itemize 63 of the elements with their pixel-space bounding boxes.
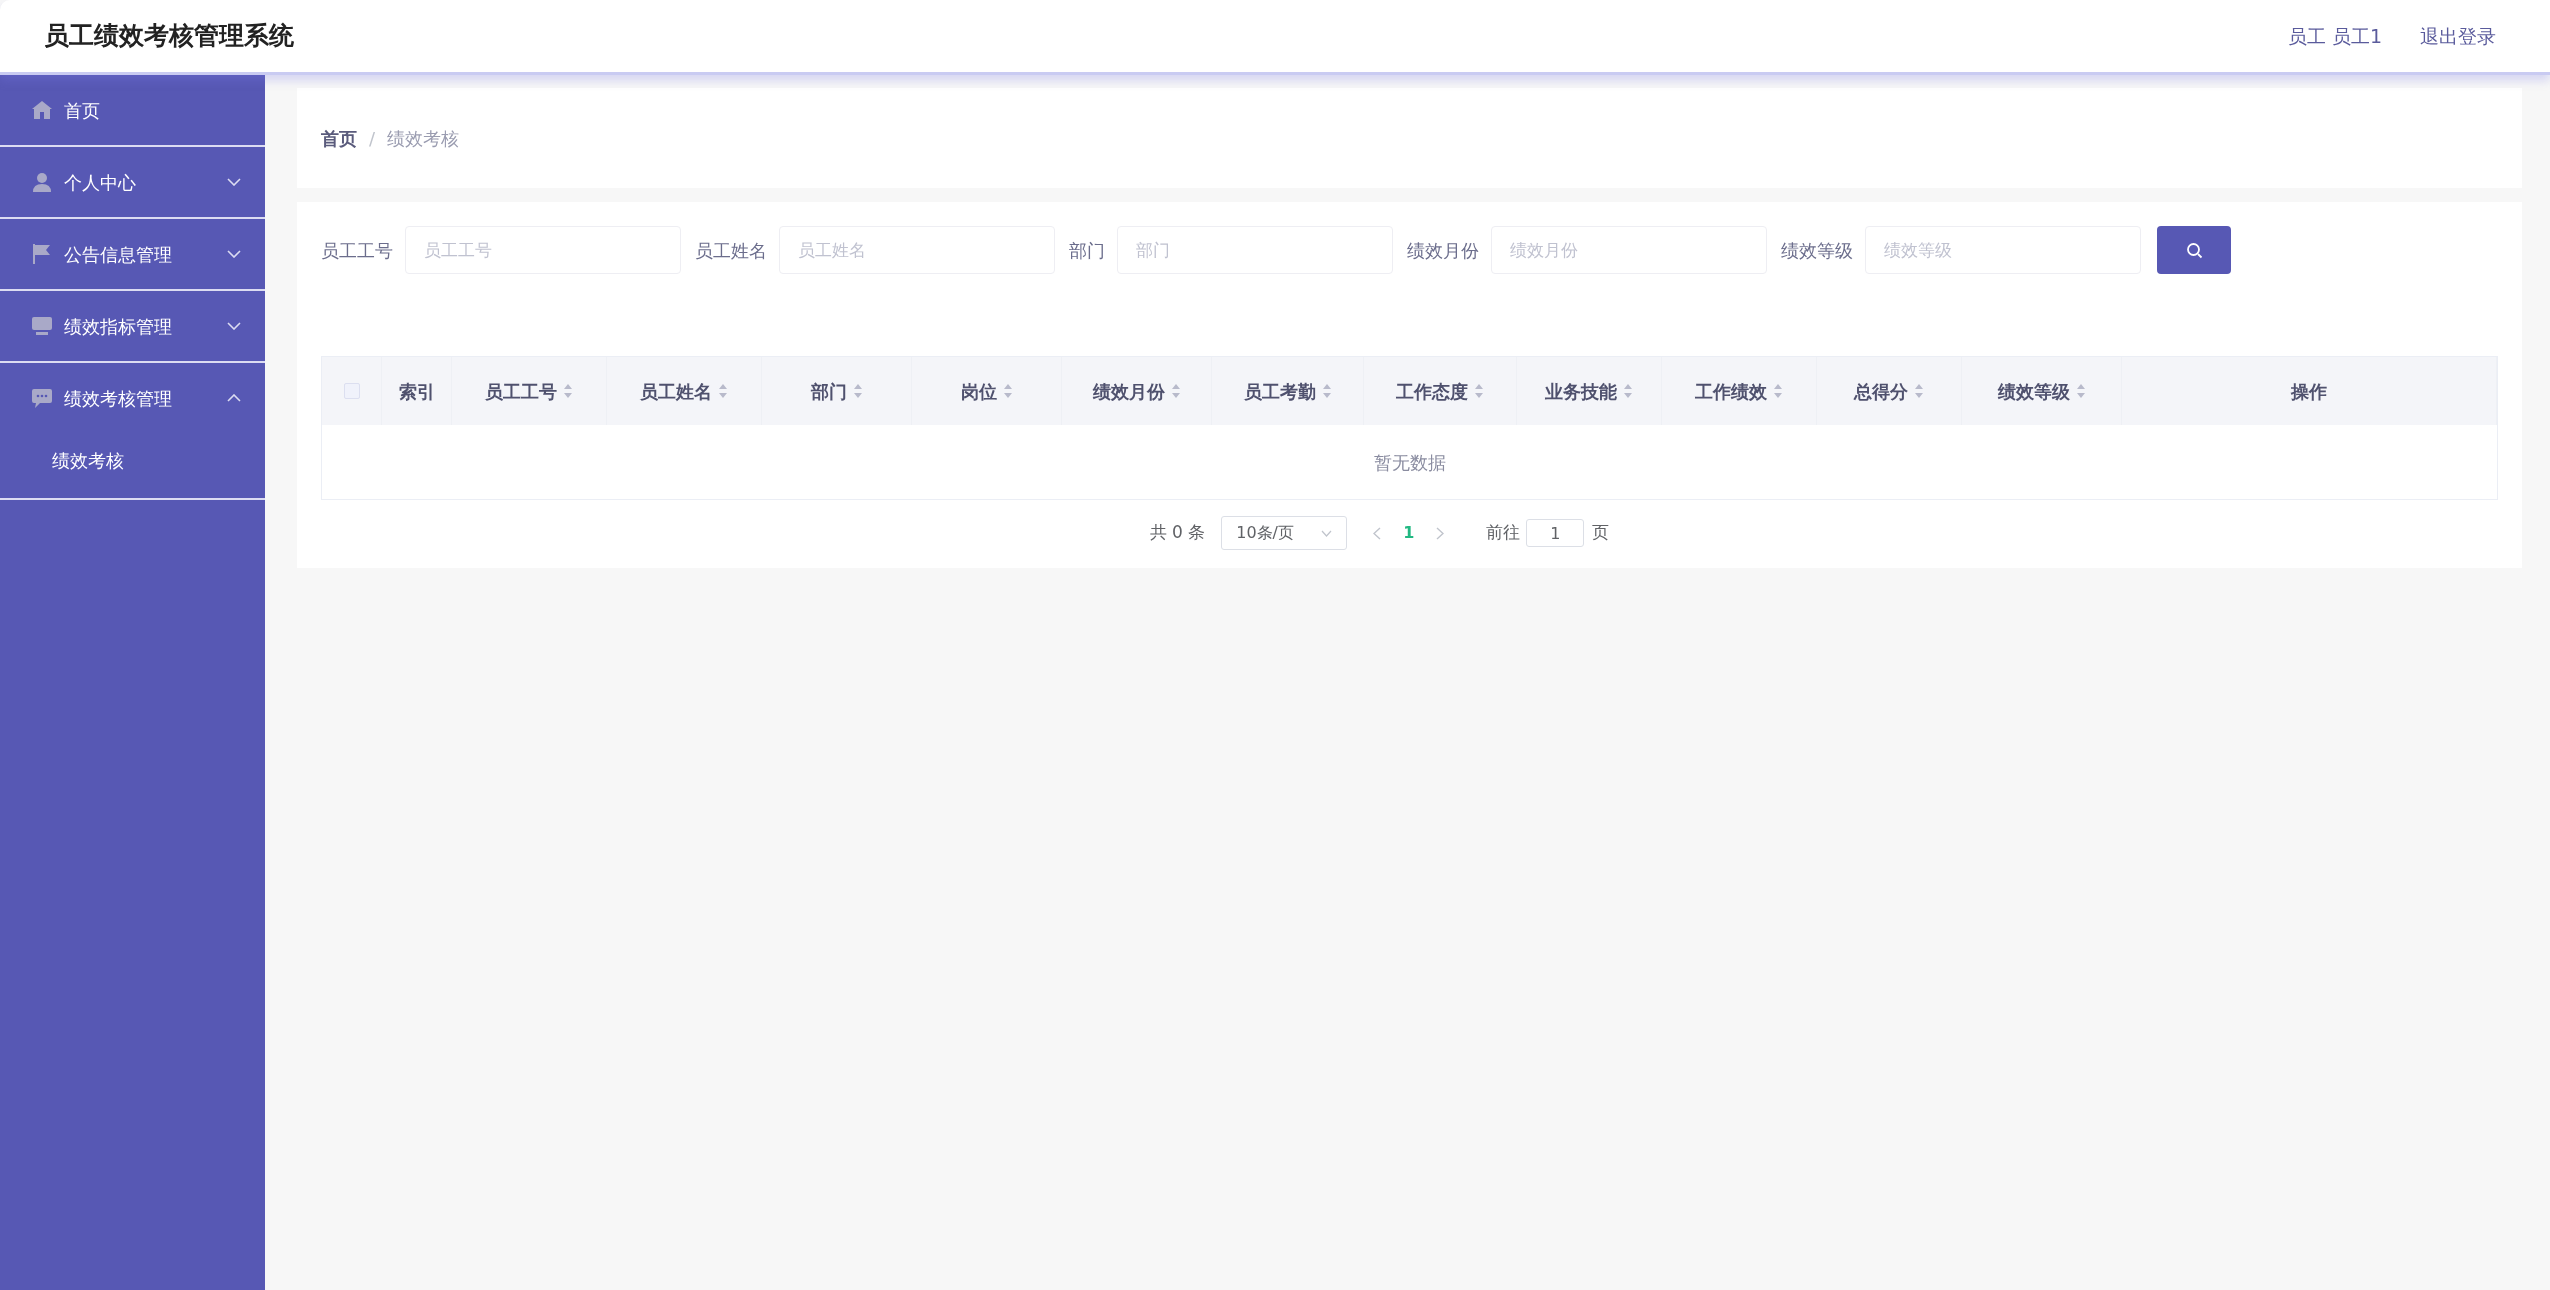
sort-icon[interactable] xyxy=(1623,383,1633,399)
filter-label: 绩效等级 xyxy=(1781,238,1853,263)
sort-icon[interactable] xyxy=(1773,383,1783,399)
page-input[interactable]: 1 xyxy=(1526,519,1585,547)
sort-icon[interactable] xyxy=(1170,383,1181,399)
sort-icon[interactable] xyxy=(1321,383,1332,399)
filter-input[interactable]: 绩效等级 xyxy=(1865,226,2141,274)
sort-icon[interactable] xyxy=(852,383,863,399)
page-size-select[interactable]: 10条/页 xyxy=(1221,516,1348,550)
column-header[interactable]: 总得分 xyxy=(1854,377,1908,405)
sort-icon[interactable] xyxy=(1474,383,1484,399)
column-header[interactable]: 绩效月份 xyxy=(1092,377,1165,405)
filter-label: 员工姓名 xyxy=(695,238,767,263)
column-header[interactable]: 绩效等级 xyxy=(1997,377,2070,405)
sidebar-item[interactable]: 绩效指标管理 xyxy=(0,291,265,361)
filter-label: 绩效月份 xyxy=(1407,238,1479,263)
breadcrumb-item[interactable]: 首页 xyxy=(321,124,357,152)
sidebar-item[interactable]: 个人中心 xyxy=(0,147,265,217)
chat-icon xyxy=(32,388,52,408)
sort-icon[interactable] xyxy=(2075,383,2086,399)
column-header[interactable]: 工作绩效 xyxy=(1695,377,1767,405)
filter-input[interactable]: 员工姓名 xyxy=(779,226,1055,274)
search-icon xyxy=(2185,241,2203,259)
column-header[interactable]: 工作态度 xyxy=(1396,377,1468,405)
filter-input[interactable]: 员工工号 xyxy=(405,226,681,274)
column-header: 索引 xyxy=(398,379,435,404)
goto-label: 前往 xyxy=(1486,521,1521,545)
filter-label: 部门 xyxy=(1069,238,1105,263)
next-page-icon[interactable] xyxy=(1436,526,1445,540)
page-suffix: 页 xyxy=(1592,521,1610,545)
filter-input[interactable]: 绩效月份 xyxy=(1491,226,1767,274)
column-header: 操作 xyxy=(2291,379,2327,404)
user-icon xyxy=(32,172,52,192)
breadcrumb-separator: / xyxy=(369,126,376,151)
filter-input[interactable]: 部门 xyxy=(1117,226,1393,274)
breadcrumb-item: 绩效考核 xyxy=(387,126,460,151)
column-header[interactable]: 员工考勤 xyxy=(1243,377,1316,405)
home-icon xyxy=(32,101,52,119)
column-header[interactable]: 员工姓名 xyxy=(640,377,712,405)
empty-message: 暂无数据 xyxy=(1373,450,1446,475)
sort-icon[interactable] xyxy=(563,383,573,399)
sidebar-item[interactable]: 绩效考核管理 xyxy=(0,363,265,433)
sidebar-item[interactable]: 首页 xyxy=(0,75,265,145)
sort-icon[interactable] xyxy=(718,383,728,399)
previous-page-icon[interactable] xyxy=(1373,526,1382,540)
select-all-checkbox[interactable] xyxy=(343,383,360,399)
total-count: 共 0 条 xyxy=(1149,521,1206,545)
sidebar-item[interactable]: 公告信息管理 xyxy=(0,219,265,289)
logout-link[interactable]: 退出登录 xyxy=(2420,21,2496,51)
column-header[interactable]: 岗位 xyxy=(960,377,997,405)
sort-icon[interactable] xyxy=(1002,383,1013,399)
app-title: 员工绩效考核管理系统 xyxy=(44,20,294,53)
search-button[interactable] xyxy=(2157,226,2231,274)
column-header[interactable]: 员工工号 xyxy=(485,377,557,405)
submenu-item[interactable]: 绩效考核 xyxy=(0,433,265,488)
user-name: 员工 员工1 xyxy=(2287,23,2382,49)
flag-icon xyxy=(32,244,50,264)
monitor-icon xyxy=(32,317,52,335)
filter-label: 员工工号 xyxy=(321,238,393,263)
sort-icon[interactable] xyxy=(1914,383,1924,399)
chevron-icon xyxy=(1321,529,1333,537)
column-header[interactable]: 业务技能 xyxy=(1545,377,1617,405)
column-header[interactable]: 部门 xyxy=(810,377,847,405)
